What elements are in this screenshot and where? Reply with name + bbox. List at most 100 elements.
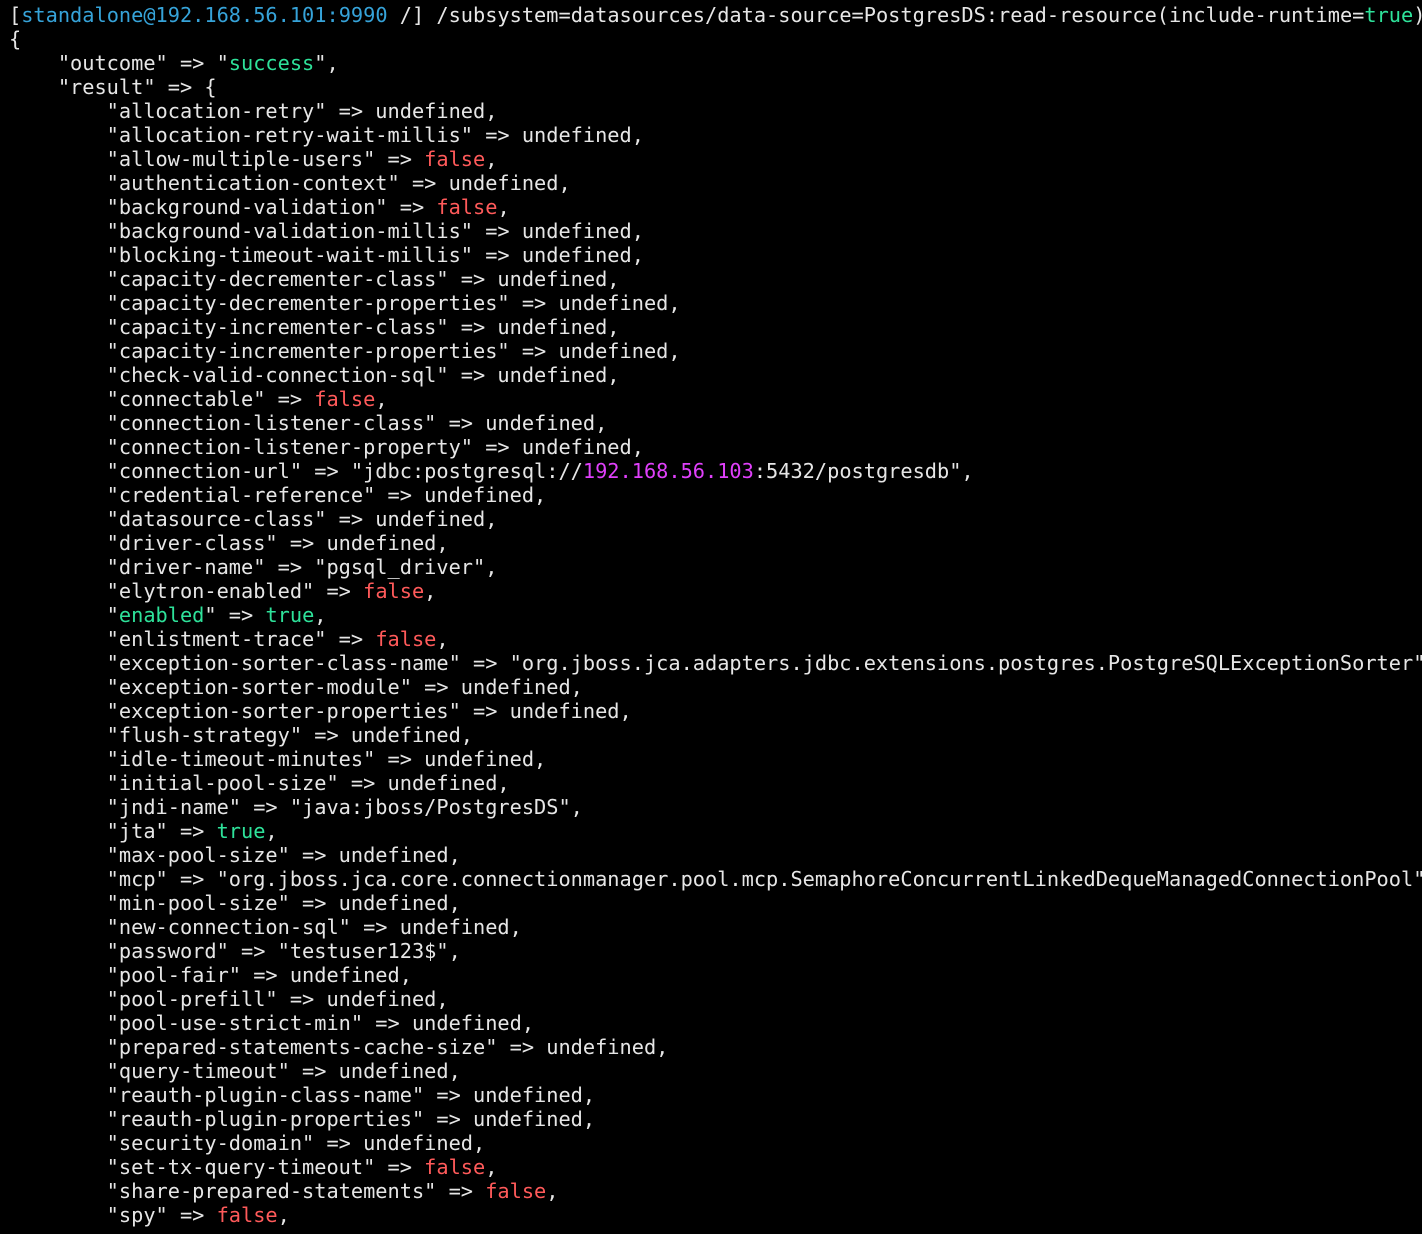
output-line: "reauth-plugin-properties" => undefined, (9, 1107, 1422, 1131)
command-runtime-value: true (1364, 3, 1414, 27)
output-line: "capacity-incrementer-properties" => und… (9, 339, 1422, 363)
output-segment: "flush-strategy" => undefined, (9, 723, 473, 747)
output-line: "reauth-plugin-class-name" => undefined, (9, 1083, 1422, 1107)
output-segment: "spy" => (9, 1203, 217, 1227)
output-segment: "outcome" => " (9, 51, 229, 75)
output-segment: , (314, 603, 327, 627)
output-line: "pool-use-strict-min" => undefined, (9, 1011, 1422, 1035)
output-segment: "allocation-retry" => undefined, (9, 99, 498, 123)
output-line: "min-pool-size" => undefined, (9, 891, 1422, 915)
output-segment: success (228, 51, 315, 75)
prompt-path: /] (387, 3, 437, 27)
command-text: /subsystem=datasources/data-source=Postg… (436, 3, 1365, 27)
output-segment: "driver-name" => "pgsql_driver", (9, 555, 498, 579)
output-line: "driver-class" => undefined, (9, 531, 1422, 555)
output-segment: "check-valid-connection-sql" => undefine… (9, 363, 620, 387)
output-segment: "mcp" => "org.jboss.jca.core.connectionm… (9, 867, 1422, 891)
output-line: "blocking-timeout-wait-millis" => undefi… (9, 243, 1422, 267)
output-line: "share-prepared-statements" => false, (9, 1179, 1422, 1203)
output-line: "result" => { (9, 75, 1422, 99)
output-line: "datasource-class" => undefined, (9, 507, 1422, 531)
output-segment: "driver-class" => undefined, (9, 531, 449, 555)
output-segment: "exception-sorter-properties" => undefin… (9, 699, 632, 723)
output-segment: "pool-fair" => undefined, (9, 963, 412, 987)
output-segment: "pool-use-strict-min" => undefined, (9, 1011, 535, 1035)
output-line: "allow-multiple-users" => false, (9, 147, 1422, 171)
output-segment: "blocking-timeout-wait-millis" => undefi… (9, 243, 644, 267)
output-line: "spy" => false, (9, 1203, 1422, 1227)
output-segment: "security-domain" => undefined, (9, 1131, 486, 1155)
output-line: "idle-timeout-minutes" => undefined, (9, 747, 1422, 771)
output-segment: "exception-sorter-class-name" => "org.jb… (9, 651, 1422, 675)
output-segment: { (9, 27, 22, 51)
prompt-open-bracket: [ (9, 3, 22, 27)
output-line: "credential-reference" => undefined, (9, 483, 1422, 507)
output-line: "pool-prefill" => undefined, (9, 987, 1422, 1011)
output-line: "prepared-statements-cache-size" => unde… (9, 1035, 1422, 1059)
output-segment: " (9, 603, 119, 627)
output-line: "exception-sorter-module" => undefined, (9, 675, 1422, 699)
output-segment: "jta" => (9, 819, 217, 843)
output-line: "connectable" => false, (9, 387, 1422, 411)
output-segment: "capacity-incrementer-properties" => und… (9, 339, 681, 363)
output-line: "set-tx-query-timeout" => false, (9, 1155, 1422, 1179)
output-segment: "exception-sorter-module" => undefined, (9, 675, 583, 699)
output-line: "allocation-retry-wait-millis" => undefi… (9, 123, 1422, 147)
output-segment: , (375, 387, 388, 411)
output-line: "connection-listener-property" => undefi… (9, 435, 1422, 459)
output-line: "elytron-enabled" => false, (9, 579, 1422, 603)
output-segment: "pool-prefill" => undefined, (9, 987, 449, 1011)
output-line: "jta" => true, (9, 819, 1422, 843)
output-segment: , (436, 627, 449, 651)
output-line: "authentication-context" => undefined, (9, 171, 1422, 195)
output-line: "connection-url" => "jdbc:postgresql://1… (9, 459, 1422, 483)
output-line: "max-pool-size" => undefined, (9, 843, 1422, 867)
output-segment: "prepared-statements-cache-size" => unde… (9, 1035, 669, 1059)
output-segment: enabled (118, 603, 205, 627)
output-segment: "max-pool-size" => undefined, (9, 843, 461, 867)
terminal-window[interactable]: [standalone@192.168.56.101:9990 /] /subs… (0, 0, 1422, 1234)
output-segment: "credential-reference" => undefined, (9, 483, 547, 507)
output-segment: ", (314, 51, 339, 75)
output-segment: :5432/postgresdb", (753, 459, 974, 483)
output-segment: "new-connection-sql" => undefined, (9, 915, 522, 939)
output-segment: false (375, 627, 437, 651)
output-segment: "initial-pool-size" => undefined, (9, 771, 510, 795)
output-segment: "connectable" => (9, 387, 315, 411)
prompt-user-host: standalone@192.168.56.101:9990 (21, 3, 388, 27)
output-segment: false (363, 579, 425, 603)
output-line: "initial-pool-size" => undefined, (9, 771, 1422, 795)
output-segment: "background-validation-millis" => undefi… (9, 219, 644, 243)
output-segment: "share-prepared-statements" => (9, 1179, 486, 1203)
output-segment: "capacity-incrementer-class" => undefine… (9, 315, 620, 339)
output-line: "allocation-retry" => undefined, (9, 99, 1422, 123)
output-line: "pool-fair" => undefined, (9, 963, 1422, 987)
output-segment: false (436, 195, 498, 219)
output-line: "driver-name" => "pgsql_driver", (9, 555, 1422, 579)
output-segment: "idle-timeout-minutes" => undefined, (9, 747, 547, 771)
output-segment: "min-pool-size" => undefined, (9, 891, 461, 915)
output-segment: "query-timeout" => undefined, (9, 1059, 461, 1083)
output-segment: "enlistment-trace" => (9, 627, 376, 651)
output-segment: , (424, 579, 437, 603)
output-line: "capacity-decrementer-properties" => und… (9, 291, 1422, 315)
output-segment: , (546, 1179, 559, 1203)
command-output: { "outcome" => "success", "result" => { … (9, 27, 1422, 1227)
output-line: "capacity-decrementer-class" => undefine… (9, 267, 1422, 291)
output-segment: true (265, 603, 315, 627)
output-segment: "reauth-plugin-class-name" => undefined, (9, 1083, 596, 1107)
output-segment: , (485, 1155, 498, 1179)
output-line: "capacity-incrementer-class" => undefine… (9, 315, 1422, 339)
output-line: "exception-sorter-properties" => undefin… (9, 699, 1422, 723)
output-segment: true (216, 819, 266, 843)
output-segment: "set-tx-query-timeout" => (9, 1155, 425, 1179)
output-line: "password" => "testuser123$", (9, 939, 1422, 963)
output-segment: "reauth-plugin-properties" => undefined, (9, 1107, 596, 1131)
output-line: "connection-listener-class" => undefined… (9, 411, 1422, 435)
output-segment: "elytron-enabled" => (9, 579, 364, 603)
output-segment: "connection-listener-property" => undefi… (9, 435, 644, 459)
output-segment: "background-validation" => (9, 195, 437, 219)
output-segment: false (314, 387, 376, 411)
command-close-paren: ) (1413, 3, 1422, 27)
output-segment: , (485, 147, 498, 171)
